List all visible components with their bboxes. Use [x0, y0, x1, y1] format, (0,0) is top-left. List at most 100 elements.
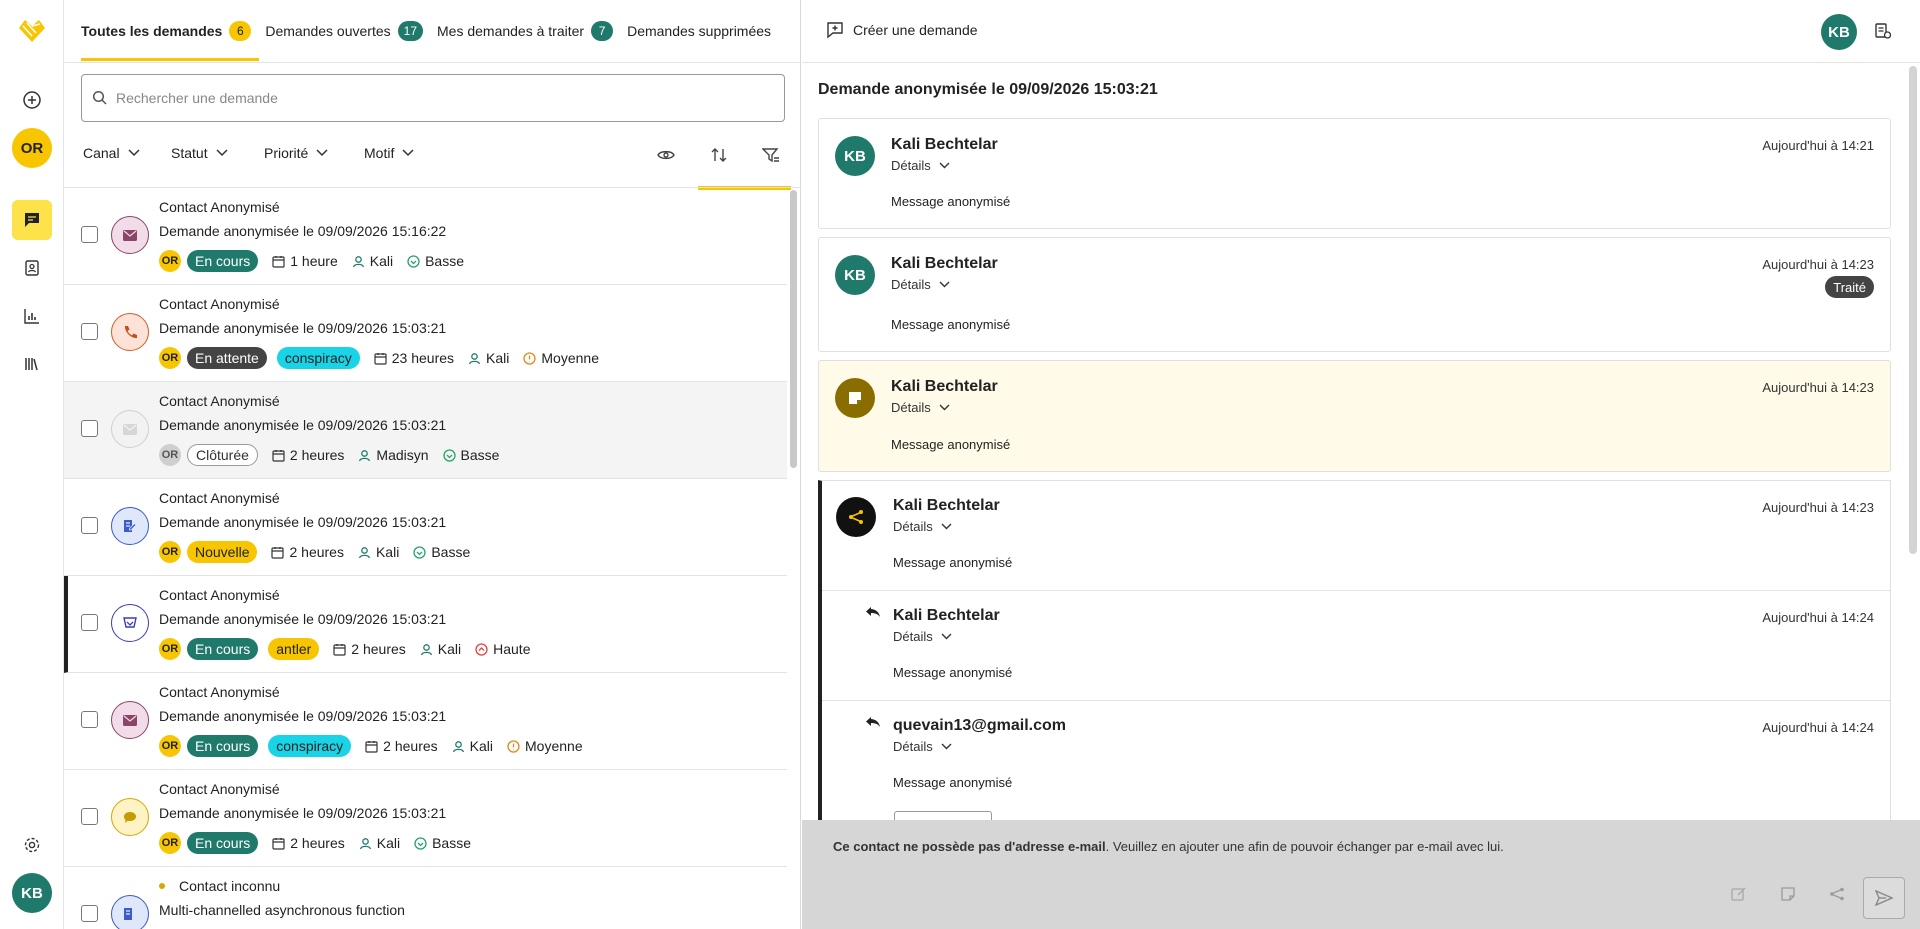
- author-name: Kali Bechtelar: [891, 255, 998, 272]
- priority-low-icon: [414, 836, 427, 850]
- contacts-nav-icon[interactable]: [12, 248, 52, 288]
- forward-icon[interactable]: [1820, 877, 1854, 911]
- request-row[interactable]: Contact Anonymisé Demande anonymisée le …: [64, 770, 787, 867]
- user-icon: [358, 546, 371, 558]
- age: 2 heures: [365, 738, 438, 754]
- request-row[interactable]: Contact Anonymisé Demande anonymisée le …: [64, 673, 787, 770]
- reason-tag: conspiracy: [268, 735, 352, 757]
- detail-scrollbar[interactable]: [1909, 66, 1917, 554]
- user-avatar[interactable]: KB: [12, 873, 52, 913]
- filter-reason[interactable]: Motif: [364, 145, 414, 161]
- author-name: Kali Bechtelar: [891, 136, 998, 153]
- priority: Basse: [413, 544, 470, 560]
- age: 23 heures: [374, 350, 454, 366]
- web-channel-icon: [111, 604, 149, 642]
- request-rows: Contact Anonymisé Demande anonymisée le …: [64, 188, 787, 929]
- details-toggle[interactable]: Détails: [891, 400, 950, 415]
- chevron-down-icon: [216, 149, 228, 157]
- priority-high-icon: [475, 642, 488, 656]
- eye-icon[interactable]: [654, 143, 678, 167]
- request-meta: OR En cours 2 heures Kali Basse: [159, 832, 471, 854]
- priority-medium-icon: [507, 739, 520, 753]
- age: 1 heure: [272, 253, 338, 269]
- priority: Moyenne: [523, 350, 599, 366]
- search-input[interactable]: [116, 90, 736, 106]
- search-icon: [92, 90, 108, 106]
- divider: [822, 700, 1890, 701]
- internal-note-card: Kali Bechtelar Détails Aujourd'hui à 14:…: [818, 360, 1891, 472]
- request-row[interactable]: Contact Anonymisé Demande anonymisée le …: [64, 382, 787, 479]
- filter-status[interactable]: Statut: [171, 145, 228, 161]
- tab-label: Demandes ouvertes: [265, 22, 391, 39]
- request-row[interactable]: Contact Anonymisé Demande anonymisée le …: [64, 479, 787, 576]
- details-toggle[interactable]: Détails: [891, 277, 950, 292]
- row-checkbox[interactable]: [81, 905, 98, 922]
- row-checkbox[interactable]: [81, 808, 98, 825]
- request-subject: Demande anonymisée le 09/09/2026 15:03:2…: [159, 611, 447, 627]
- age: 2 heures: [272, 835, 345, 851]
- request-meta: OR En attente conspiracy 23 heures Kali …: [159, 347, 599, 369]
- row-checkbox[interactable]: [81, 226, 98, 243]
- row-checkbox[interactable]: [81, 323, 98, 340]
- contact-name: Contact inconnu: [179, 878, 281, 894]
- status-badge: En cours: [187, 250, 259, 272]
- status-badge: Traité: [1825, 276, 1874, 298]
- app-logo-icon[interactable]: [14, 12, 50, 48]
- row-checkbox[interactable]: [81, 420, 98, 437]
- request-row[interactable]: Contact inconnu Multi-channelled asynchr…: [64, 867, 787, 929]
- request-subject: Multi-channelled asynchronous function: [159, 902, 405, 918]
- request-row-selected[interactable]: Contact Anonymisé Demande anonymisée le …: [64, 576, 787, 673]
- details-toggle[interactable]: Détails: [893, 739, 952, 754]
- request-row[interactable]: Contact Anonymisé Demande anonymisée le …: [64, 188, 787, 285]
- message-time: Aujourd'hui à 14:23: [1762, 257, 1874, 272]
- message-time: Aujourd'hui à 14:23: [1762, 380, 1874, 395]
- form-channel-icon: [111, 507, 149, 545]
- calendar-icon: [272, 837, 285, 850]
- request-subject: Demande anonymisée le 09/09/2026 15:03:2…: [159, 417, 447, 433]
- edit-icon[interactable]: [1722, 877, 1756, 911]
- chevron-down-icon: [316, 149, 328, 157]
- tab-all-requests[interactable]: Toutes les demandes 6: [81, 0, 260, 61]
- request-title: Demande anonymisée le 09/09/2026 15:03:2…: [818, 81, 1158, 98]
- request-tabs: Toutes les demandes 6 Demandes ouvertes 17…: [64, 0, 800, 63]
- org-badge: OR: [159, 347, 181, 369]
- row-checkbox[interactable]: [81, 711, 98, 728]
- row-checkbox[interactable]: [81, 614, 98, 631]
- message-time: Aujourd'hui à 14:23: [1762, 500, 1874, 515]
- note-icon: [835, 378, 875, 418]
- statistics-nav-icon[interactable]: [12, 296, 52, 336]
- row-checkbox[interactable]: [81, 517, 98, 534]
- filter-settings-icon[interactable]: [759, 143, 783, 167]
- library-nav-icon[interactable]: [12, 344, 52, 384]
- contact-name: Contact Anonymisé: [159, 684, 280, 700]
- tab-open-requests[interactable]: Demandes ouvertes 17: [265, 0, 431, 61]
- request-row[interactable]: Contact Anonymisé Demande anonymisée le …: [64, 285, 787, 382]
- create-request-button[interactable]: Créer une demande: [826, 21, 978, 39]
- priority: Basse: [414, 835, 471, 851]
- note-icon[interactable]: [1771, 877, 1805, 911]
- attachment-button[interactable]: [894, 811, 992, 820]
- contact-name: Contact Anonymisé: [159, 296, 280, 312]
- sort-icon[interactable]: [707, 143, 731, 167]
- requests-nav-icon[interactable]: [12, 200, 52, 240]
- tab-deleted-requests[interactable]: Demandes supprimées: [627, 0, 779, 61]
- user-avatar[interactable]: KB: [1821, 14, 1857, 50]
- status-badge: Nouvelle: [187, 541, 258, 563]
- organization-avatar[interactable]: OR: [12, 128, 52, 168]
- user-icon: [452, 740, 464, 752]
- filter-channel[interactable]: Canal: [83, 145, 140, 161]
- priority-medium-icon: [523, 351, 537, 365]
- filter-label: Statut: [171, 145, 208, 161]
- tab-my-requests[interactable]: Mes demandes à traiter 7: [437, 0, 621, 61]
- filter-priority[interactable]: Priorité: [264, 145, 328, 161]
- panel-toggle-icon[interactable]: [1874, 22, 1892, 40]
- tab-label: Mes demandes à traiter: [437, 22, 585, 39]
- details-toggle[interactable]: Détails: [893, 629, 952, 644]
- settings-gear-icon[interactable]: [12, 825, 52, 865]
- list-scrollbar[interactable]: [790, 190, 797, 468]
- details-toggle[interactable]: Détails: [891, 158, 950, 173]
- add-icon[interactable]: [12, 80, 52, 120]
- details-toggle[interactable]: Détails: [893, 519, 952, 534]
- send-button[interactable]: [1863, 877, 1905, 919]
- forward-icon: [836, 497, 876, 537]
